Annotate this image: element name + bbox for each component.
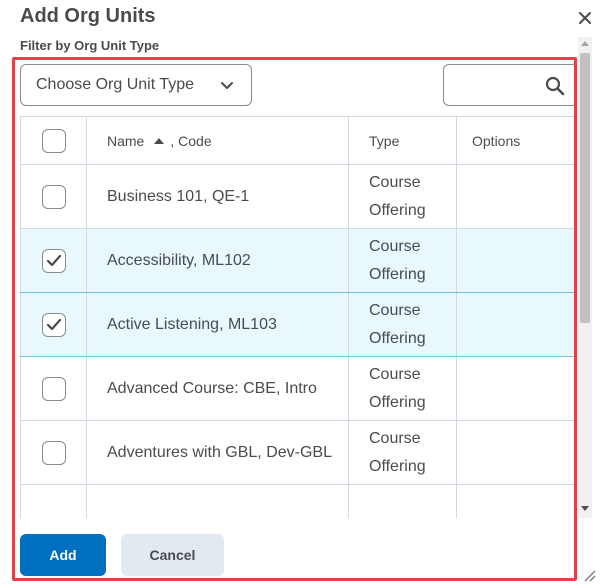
org-unit-type: Course Offering xyxy=(348,228,457,293)
org-unit-type: Course Offering xyxy=(348,420,457,485)
table-row[interactable]: Adventures with GBL, Dev-GBL Course Offer… xyxy=(20,420,575,485)
scrollbar-thumb[interactable] xyxy=(580,53,590,323)
org-unit-options xyxy=(456,164,575,229)
vertical-scrollbar[interactable] xyxy=(578,37,592,518)
row-checkbox[interactable] xyxy=(41,184,66,209)
table-header-row: Name , Code Type Options xyxy=(20,116,575,165)
table-row[interactable]: Advanced Course: CBE, Intro Course Offeri… xyxy=(20,356,575,421)
org-unit-type-select[interactable]: Choose Org Unit Type xyxy=(20,64,252,106)
row-checkbox[interactable] xyxy=(41,248,66,273)
table-row[interactable]: Active Listening, ML103 Course Offering xyxy=(20,292,575,357)
checkmark-icon xyxy=(46,254,61,266)
sort-ascending-icon xyxy=(154,137,165,144)
org-units-table: Name , Code Type Options Business 101, QE… xyxy=(20,116,575,518)
options-column-header: Options xyxy=(456,116,575,165)
dialog-title: Add Org Units xyxy=(20,5,156,27)
add-button[interactable]: Add xyxy=(20,534,106,576)
org-unit-options xyxy=(456,356,575,421)
search-icon[interactable] xyxy=(545,76,565,96)
search-field[interactable] xyxy=(443,64,575,106)
org-unit-name: Adventures with GBL, Dev-GBL xyxy=(86,420,349,485)
chevron-down-icon xyxy=(221,82,233,89)
org-unit-name: Business 101, QE-1 xyxy=(86,164,349,229)
cancel-button[interactable]: Cancel xyxy=(121,534,224,576)
org-unit-type: Course Offering xyxy=(348,164,457,229)
org-unit-options xyxy=(456,420,575,485)
name-column-header[interactable]: Name , Code xyxy=(86,116,349,165)
select-all-cell xyxy=(20,116,87,165)
table-row[interactable] xyxy=(20,484,575,518)
row-checkbox[interactable] xyxy=(41,312,66,337)
table-row[interactable]: Accessibility, ML102 Course Offering xyxy=(20,228,575,293)
checkmark-icon xyxy=(46,318,61,330)
org-unit-name: Active Listening, ML103 xyxy=(86,292,349,357)
search-input[interactable] xyxy=(452,73,542,97)
org-unit-name: Accessibility, ML102 xyxy=(86,228,349,293)
name-sort-link[interactable]: Name xyxy=(107,133,144,149)
close-icon xyxy=(579,12,591,24)
select-all-checkbox[interactable] xyxy=(41,128,66,153)
filter-label: Filter by Org Unit Type xyxy=(20,38,160,53)
org-unit-name: Advanced Course: CBE, Intro xyxy=(86,356,349,421)
type-column-header: Type xyxy=(348,116,457,165)
resize-grip-icon[interactable] xyxy=(582,568,596,582)
org-unit-scroll-area[interactable]: Choose Org Unit Type Name, Code Type Opt… xyxy=(15,60,575,518)
scroll-up-arrow-icon[interactable] xyxy=(581,41,589,46)
org-unit-type: Course Offering xyxy=(348,292,457,357)
row-checkbox[interactable] xyxy=(41,376,66,401)
org-unit-type: Course Offering xyxy=(348,356,457,421)
close-button[interactable] xyxy=(574,7,596,29)
code-sort-link[interactable]: , Code xyxy=(170,133,211,149)
table-row[interactable]: Business 101, QE-1 Course Offering xyxy=(20,164,575,229)
org-unit-options xyxy=(456,292,575,357)
org-unit-options xyxy=(456,228,575,293)
row-checkbox[interactable] xyxy=(41,440,66,465)
org-unit-type-select-label: Choose Org Unit Type xyxy=(36,76,195,93)
scroll-down-arrow-icon[interactable] xyxy=(581,506,589,511)
